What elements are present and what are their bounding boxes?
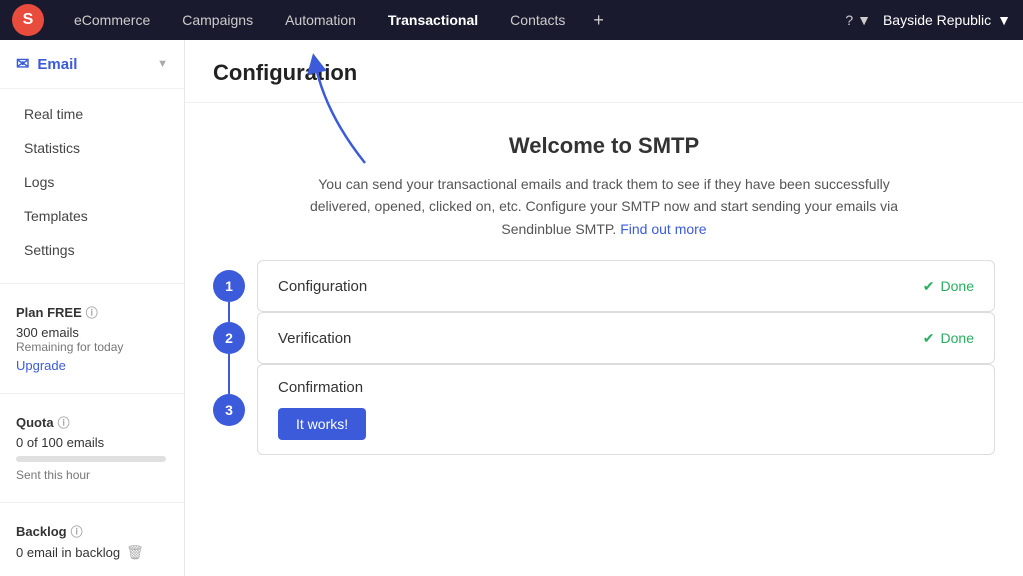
- quota-sent: Sent this hour: [16, 468, 168, 482]
- welcome-text-content: You can send your transactional emails a…: [310, 176, 898, 237]
- it-works-button[interactable]: It works!: [278, 408, 366, 440]
- sidebar-quota: Quota ⓘ 0 of 100 emails Sent this hour: [0, 402, 184, 494]
- timeline-col-3: 3: [213, 364, 245, 455]
- nav-items: eCommerce Campaigns Automation Transacti…: [60, 4, 845, 37]
- email-icon: ✉: [16, 54, 29, 74]
- sidebar-item-statistics[interactable]: Statistics: [0, 131, 184, 165]
- logo: S: [12, 4, 44, 36]
- quota-count: 0 of 100 emails: [16, 435, 168, 450]
- welcome-section: Welcome to SMTP You can send your transa…: [185, 103, 1023, 260]
- step-label-1: Configuration: [278, 278, 367, 295]
- step-circle-3: 3: [213, 394, 245, 426]
- timeline-line-top-2: [228, 312, 230, 322]
- sidebar-plan: Plan FREE ⓘ 300 emails Remaining for tod…: [0, 292, 184, 385]
- plan-remaining: Remaining for today: [16, 340, 168, 354]
- backlog-info-icon[interactable]: ⓘ: [71, 523, 83, 540]
- timeline-line-bottom-2: [228, 354, 230, 364]
- help-button[interactable]: ? ▼: [845, 12, 871, 28]
- sidebar: ✉ Email ▼ Real time Statistics Logs Temp…: [0, 40, 185, 576]
- main-content: Configuration Welcome to SMTP You can se…: [185, 40, 1023, 576]
- smtp-arrow: [285, 53, 385, 173]
- backlog-count: 0 email in backlog 🗑: [16, 544, 168, 561]
- sidebar-item-settings[interactable]: Settings: [0, 233, 184, 267]
- timeline-col-1: 1: [213, 260, 245, 312]
- check-icon-1: ✔: [923, 278, 935, 295]
- sidebar-item-templates[interactable]: Templates: [0, 199, 184, 233]
- step-row-3: 3 Confirmation It works!: [213, 364, 995, 455]
- email-chevron-icon: ▼: [157, 58, 168, 70]
- sidebar-nav: Real time Statistics Logs Templates Sett…: [0, 89, 184, 275]
- sidebar-item-logs[interactable]: Logs: [0, 165, 184, 199]
- step-card-1: Configuration ✔ Done: [257, 260, 995, 312]
- account-label: Bayside Republic: [883, 12, 991, 28]
- steps-container: 1 Configuration ✔ Done 2: [185, 260, 1023, 475]
- step-card-3: Confirmation It works!: [257, 364, 995, 455]
- account-menu[interactable]: Bayside Republic ▼: [883, 12, 1011, 28]
- nav-item-ecommerce[interactable]: eCommerce: [60, 6, 164, 34]
- timeline-line-top-3: [228, 364, 230, 394]
- help-icon: ?: [845, 12, 853, 28]
- nav-item-contacts[interactable]: Contacts: [496, 6, 579, 34]
- timeline-line-bottom-1: [228, 302, 230, 312]
- nav-plus[interactable]: +: [583, 4, 614, 37]
- welcome-text: You can send your transactional emails a…: [304, 173, 904, 240]
- plan-emails: 300 emails: [16, 325, 168, 340]
- backlog-label-text: Backlog: [16, 524, 67, 539]
- plan-label-text: Plan FREE: [16, 305, 82, 320]
- check-icon-2: ✔: [923, 330, 935, 347]
- quota-bar: [16, 456, 166, 462]
- trash-icon[interactable]: 🗑: [126, 544, 144, 561]
- step-label-2: Verification: [278, 330, 351, 347]
- quota-info-icon[interactable]: ⓘ: [58, 414, 70, 431]
- nav-right: ? ▼ Bayside Republic ▼: [845, 12, 1011, 28]
- step-done-1: ✔ Done: [923, 278, 974, 295]
- plan-info-icon[interactable]: ⓘ: [86, 304, 98, 321]
- nav-item-campaigns[interactable]: Campaigns: [168, 6, 267, 34]
- sidebar-email-header[interactable]: ✉ Email ▼: [0, 40, 184, 89]
- account-chevron: ▼: [997, 12, 1011, 28]
- nav-item-transactional[interactable]: Transactional: [374, 6, 492, 34]
- step-circle-2: 2: [213, 322, 245, 354]
- step-circle-1: 1: [213, 270, 245, 302]
- step-row-1: 1 Configuration ✔ Done: [213, 260, 995, 312]
- sidebar-backlog: Backlog ⓘ 0 email in backlog 🗑: [0, 511, 184, 573]
- backlog-count-text: 0 email in backlog: [16, 545, 120, 560]
- step-status-1: Done: [941, 278, 974, 294]
- plan-upgrade-link[interactable]: Upgrade: [16, 358, 66, 373]
- step-row-2: 2 Verification ✔ Done: [213, 312, 995, 364]
- confirm-title: Confirmation: [278, 379, 974, 396]
- nav-item-automation[interactable]: Automation: [271, 6, 370, 34]
- step-done-2: ✔ Done: [923, 330, 974, 347]
- timeline-col-2: 2: [213, 312, 245, 364]
- find-out-more-link[interactable]: Find out more: [620, 221, 706, 237]
- top-nav: S eCommerce Campaigns Automation Transac…: [0, 0, 1023, 40]
- sidebar-item-realtime[interactable]: Real time: [0, 97, 184, 131]
- help-chevron: ▼: [857, 12, 871, 28]
- step-card-2: Verification ✔ Done: [257, 312, 995, 364]
- quota-label-text: Quota: [16, 415, 54, 430]
- sidebar-email-label: Email: [37, 56, 77, 73]
- step-status-2: Done: [941, 330, 974, 346]
